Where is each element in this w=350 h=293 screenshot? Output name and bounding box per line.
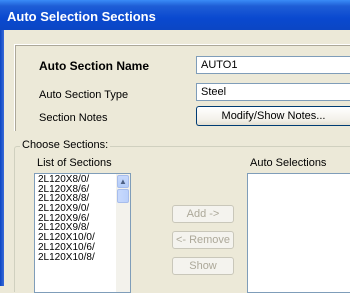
scroll-up-arrow-icon[interactable]: ▲ [117,175,129,188]
modify-show-notes-button[interactable]: Modify/Show Notes... [196,106,350,126]
auto-selections-listbox[interactable] [247,173,350,293]
remove-button[interactable]: <- Remove [172,231,234,249]
section-list-items: 2L120X8/0/ 2L120X8/6/ 2L120X8/8/ 2L120X9… [35,175,118,262]
auto-section-name-field[interactable]: AUTO1 [196,56,350,74]
section-notes-label: Section Notes [39,112,108,124]
window-title: Auto Selection Sections [7,9,156,24]
list-item[interactable]: 2L120X10/8/ [35,252,118,263]
auto-selections-label: Auto Selections [250,157,327,169]
list-scrollbar[interactable]: ▲ [116,174,130,292]
add-button[interactable]: Add -> [172,205,234,223]
scroll-thumb[interactable] [117,189,129,203]
list-of-sections-label: List of Sections [37,157,112,169]
title-bar[interactable]: Auto Selection Sections [0,0,350,30]
list-of-sections-listbox[interactable]: 2L120X8/0/ 2L120X8/6/ 2L120X8/8/ 2L120X9… [34,173,131,293]
auto-section-type-label: Auto Section Type [39,89,129,101]
auto-section-name-label: Auto Section Name [39,59,150,73]
choose-sections-label: Choose Sections: [20,139,111,151]
auto-section-type-field: Steel [196,83,350,101]
show-button[interactable]: Show [172,257,234,275]
